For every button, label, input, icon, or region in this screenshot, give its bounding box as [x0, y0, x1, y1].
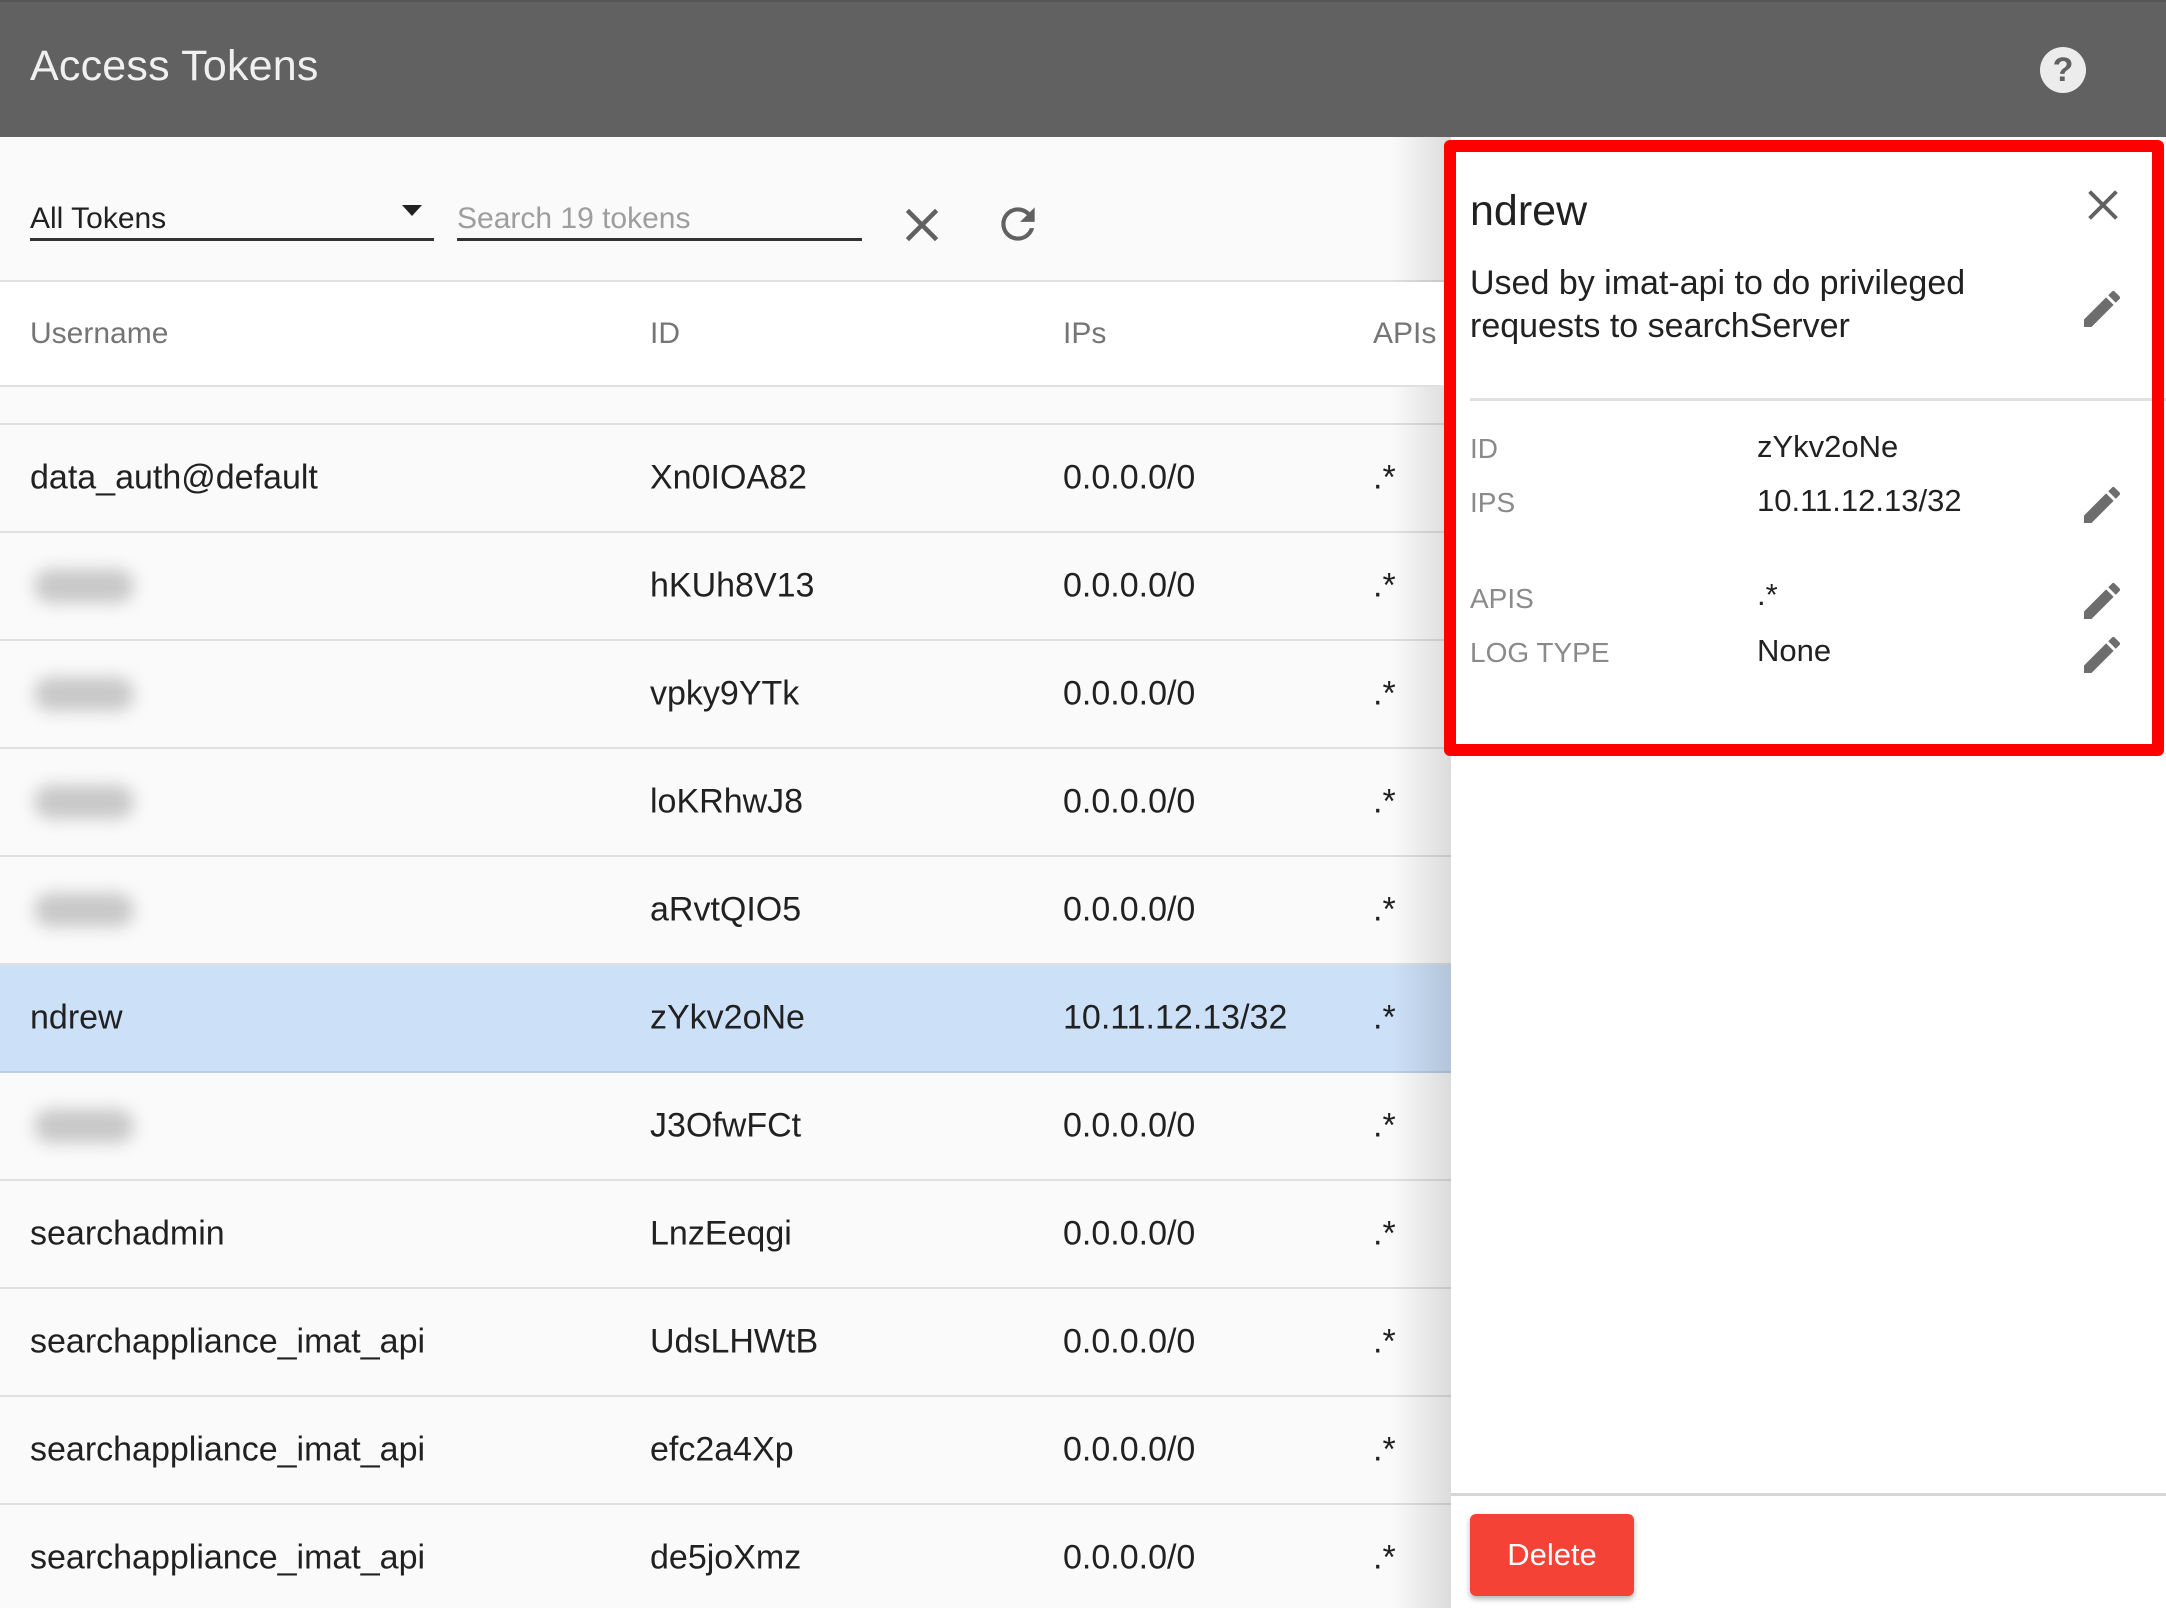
token-filter-value: All Tokens: [30, 202, 167, 235]
prop-value-log-type: None: [1757, 633, 1832, 668]
cell-id: zYkv2oNe: [650, 998, 805, 1037]
cell-apis: .*: [1373, 566, 1396, 605]
help-icon[interactable]: ?: [2040, 47, 2086, 93]
cell-id: aRvtQIO5: [650, 890, 802, 929]
edit-ips-icon[interactable]: [2078, 481, 2126, 529]
cell-ips: 0.0.0.0/0: [1063, 1538, 1196, 1577]
cell-id: J3OfwFCt: [650, 1106, 802, 1145]
cell-id: loKRhwJ8: [650, 782, 804, 821]
token-filter-select[interactable]: All Tokens: [30, 177, 434, 241]
close-detail-icon[interactable]: [2080, 182, 2126, 228]
clear-search-icon[interactable]: [897, 200, 947, 250]
table-row[interactable]: searchappliance_imat_api efc2a4Xp 0.0.0.0/…: [0, 1397, 1451, 1505]
table-row[interactable]: vpky9YTk 0.0.0.0/0 .*: [0, 641, 1451, 749]
cell-apis: .*: [1373, 1322, 1396, 1361]
prop-label-apis: APIS: [1470, 583, 1534, 614]
dropdown-arrow-icon: [402, 205, 422, 216]
cell-apis: .*: [1373, 998, 1396, 1037]
prop-label-ips: IPS: [1470, 487, 1516, 518]
cell-id: efc2a4Xp: [650, 1430, 794, 1469]
cell-ips: 0.0.0.0/0: [1063, 458, 1196, 497]
footer-divider: [1451, 1493, 2166, 1496]
cell-username: searchappliance_imat_api: [30, 1322, 426, 1361]
search-field[interactable]: [457, 177, 862, 241]
table-header: Username ID IPs APIs: [0, 282, 1451, 387]
cell-apis: .*: [1373, 782, 1396, 821]
edit-apis-icon[interactable]: [2078, 577, 2126, 625]
app-bar: Access Tokens ?: [0, 0, 2166, 137]
detail-divider: [1470, 398, 2166, 401]
prop-value-apis: .*: [1757, 577, 1778, 612]
cell-id: Xn0IOA82: [650, 458, 807, 497]
prop-value-ips: 10.11.12.13/32: [1757, 483, 1962, 518]
cell-ips: 0.0.0.0/0: [1063, 782, 1196, 821]
cell-id: hKUh8V13: [650, 566, 815, 605]
column-header-id[interactable]: ID: [650, 317, 680, 351]
cell-id: de5joXmz: [650, 1538, 802, 1577]
cell-username: data_auth@default: [30, 458, 318, 497]
cell-username: ndrew: [30, 998, 123, 1037]
token-list-area: All Tokens Username ID IPs APIs data_aut…: [0, 137, 1451, 1608]
table-row[interactable]: J3OfwFCt 0.0.0.0/0 .*: [0, 1073, 1451, 1181]
table-row[interactable]: aRvtQIO5 0.0.0.0/0 .*: [0, 857, 1451, 965]
cell-ips: 0.0.0.0/0: [1063, 1430, 1196, 1469]
prop-label-id: ID: [1470, 433, 1498, 464]
cell-ips: 0.0.0.0/0: [1063, 1322, 1196, 1361]
delete-button[interactable]: Delete: [1470, 1514, 1634, 1596]
cell-apis: .*: [1373, 1538, 1396, 1577]
cell-apis: .*: [1373, 1106, 1396, 1145]
table-row[interactable]: data_auth@default Xn0IOA82 0.0.0.0/0 .*: [0, 425, 1451, 533]
cell-ips: 0.0.0.0/0: [1063, 1214, 1196, 1253]
column-header-username[interactable]: Username: [30, 317, 168, 351]
search-input[interactable]: [457, 199, 862, 239]
redacted-username: [34, 785, 134, 819]
table-row[interactable]: searchappliance_imat_api UdsLHWtB 0.0.0.0/…: [0, 1289, 1451, 1397]
token-table-body: data_auth@default Xn0IOA82 0.0.0.0/0 .* hKUh…: [0, 387, 1451, 1608]
token-detail-panel: ndrew Used by imat-api to do privileged …: [1451, 137, 2166, 1608]
table-row-selected[interactable]: ndrew zYkv2oNe 10.11.12.13/32 .*: [0, 965, 1451, 1073]
column-header-apis[interactable]: APIs: [1373, 317, 1436, 351]
redacted-username: [34, 1109, 134, 1143]
cell-ips: 0.0.0.0/0: [1063, 566, 1196, 605]
redacted-username: [34, 569, 134, 603]
detail-token-name: ndrew: [1470, 187, 1588, 235]
table-row[interactable]: searchappliance_imat_api de5joXmz 0.0.0.0/…: [0, 1505, 1451, 1608]
cell-ips: 0.0.0.0/0: [1063, 890, 1196, 929]
detail-description: Used by imat-api to do privileged reques…: [1470, 264, 1966, 345]
cell-apis: .*: [1373, 674, 1396, 713]
page-title: Access Tokens: [30, 42, 319, 90]
prop-value-id: zYkv2oNe: [1757, 429, 1899, 464]
redacted-username: [34, 893, 134, 927]
cell-apis: .*: [1373, 1430, 1396, 1469]
refresh-icon[interactable]: [993, 199, 1043, 249]
cell-username: searchappliance_imat_api: [30, 1430, 426, 1469]
prop-label-log-type: LOG TYPE: [1470, 637, 1610, 668]
table-row[interactable]: [0, 387, 1451, 425]
cell-id: UdsLHWtB: [650, 1322, 819, 1361]
cell-ips: 0.0.0.0/0: [1063, 674, 1196, 713]
cell-id: vpky9YTk: [650, 674, 800, 713]
edit-log-type-icon[interactable]: [2078, 631, 2126, 679]
list-toolbar: All Tokens: [0, 137, 1451, 282]
edit-description-icon[interactable]: [2078, 285, 2126, 333]
table-row[interactable]: hKUh8V13 0.0.0.0/0 .*: [0, 533, 1451, 641]
redacted-username: [34, 677, 134, 711]
cell-apis: .*: [1373, 1214, 1396, 1253]
cell-apis: .*: [1373, 458, 1396, 497]
table-row[interactable]: searchadmin LnzEeqgi 0.0.0.0/0 .*: [0, 1181, 1451, 1289]
cell-username: searchadmin: [30, 1214, 225, 1253]
cell-ips: 0.0.0.0/0: [1063, 1106, 1196, 1145]
table-row[interactable]: loKRhwJ8 0.0.0.0/0 .*: [0, 749, 1451, 857]
cell-username: searchappliance_imat_api: [30, 1538, 426, 1577]
cell-ips: 10.11.12.13/32: [1063, 998, 1288, 1037]
cell-apis: .*: [1373, 890, 1396, 929]
cell-id: LnzEeqgi: [650, 1214, 792, 1253]
column-header-ips[interactable]: IPs: [1063, 317, 1106, 351]
